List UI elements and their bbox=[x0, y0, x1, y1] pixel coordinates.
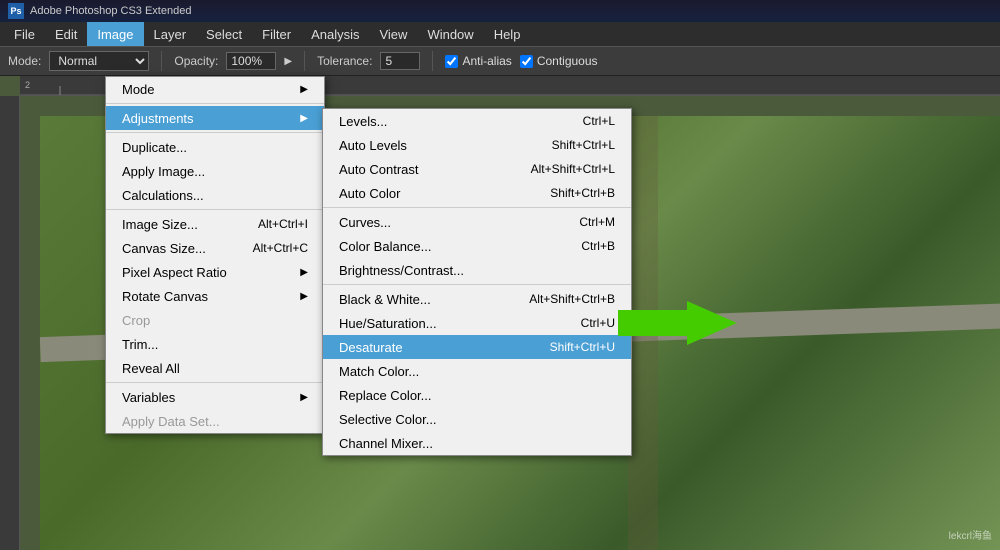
menu-layer[interactable]: Layer bbox=[144, 22, 197, 46]
watermark-line1: lekcrl海鱼 bbox=[949, 527, 992, 542]
menu-select[interactable]: Select bbox=[196, 22, 252, 46]
image-menu-dropdown: Mode ▶ Adjustments ▶ Duplicate... Apply … bbox=[105, 76, 325, 434]
adj-desaturate[interactable]: Desaturate Shift+Ctrl+U bbox=[323, 335, 631, 359]
sep1 bbox=[106, 103, 324, 104]
tolerance-input[interactable] bbox=[380, 52, 420, 70]
sep3 bbox=[106, 209, 324, 210]
menu-window[interactable]: Window bbox=[417, 22, 483, 46]
contiguous-checkbox[interactable] bbox=[520, 55, 533, 68]
adjustments-arrow: ▶ bbox=[300, 113, 308, 124]
antialias-label: Anti-alias bbox=[462, 54, 511, 68]
opacity-input[interactable] bbox=[226, 52, 276, 70]
variables-arrow: ▶ bbox=[300, 392, 308, 403]
adj-hue-saturation[interactable]: Hue/Saturation... Ctrl+U bbox=[323, 311, 631, 335]
adj-brightness-contrast[interactable]: Brightness/Contrast... bbox=[323, 258, 631, 282]
toolbar: Mode: Normal Opacity: ▶ Tolerance: Anti-… bbox=[0, 46, 1000, 76]
opacity-arrow[interactable]: ▶ bbox=[284, 56, 292, 67]
menu-reveal-all[interactable]: Reveal All bbox=[106, 356, 324, 380]
menu-mode[interactable]: Mode ▶ bbox=[106, 77, 324, 101]
menu-edit[interactable]: Edit bbox=[45, 22, 87, 46]
adj-channel-mixer[interactable]: Channel Mixer... bbox=[323, 431, 631, 455]
adj-color-balance[interactable]: Color Balance... Ctrl+B bbox=[323, 234, 631, 258]
svg-text:2: 2 bbox=[25, 80, 30, 90]
menu-duplicate[interactable]: Duplicate... bbox=[106, 135, 324, 159]
menu-rotate-canvas[interactable]: Rotate Canvas ▶ bbox=[106, 284, 324, 308]
contiguous-label: Contiguous bbox=[537, 54, 598, 68]
menu-analysis[interactable]: Analysis bbox=[301, 22, 369, 46]
ruler-left bbox=[0, 96, 20, 550]
adjustments-submenu-dropdown: Levels... Ctrl+L Auto Levels Shift+Ctrl+… bbox=[322, 108, 632, 456]
menu-bar: File Edit Image Layer Select Filter Anal… bbox=[0, 22, 1000, 46]
menu-calculations[interactable]: Calculations... bbox=[106, 183, 324, 207]
antialias-group: Anti-alias bbox=[445, 54, 511, 68]
toolbar-divider-1 bbox=[161, 51, 162, 71]
desaturate-arrow bbox=[620, 301, 737, 345]
menu-view[interactable]: View bbox=[369, 22, 417, 46]
mode-arrow: ▶ bbox=[300, 84, 308, 95]
sep2 bbox=[106, 132, 324, 133]
adj-levels[interactable]: Levels... Ctrl+L bbox=[323, 109, 631, 133]
adj-curves[interactable]: Curves... Ctrl+M bbox=[323, 210, 631, 234]
mode-select[interactable]: Normal bbox=[49, 51, 149, 71]
menu-apply-image[interactable]: Apply Image... bbox=[106, 159, 324, 183]
adj-sep1 bbox=[323, 207, 631, 208]
adj-auto-levels[interactable]: Auto Levels Shift+Ctrl+L bbox=[323, 133, 631, 157]
menu-crop[interactable]: Crop bbox=[106, 308, 324, 332]
menu-filter[interactable]: Filter bbox=[252, 22, 301, 46]
pixel-aspect-arrow: ▶ bbox=[300, 267, 308, 278]
menu-variables[interactable]: Variables ▶ bbox=[106, 385, 324, 409]
toolbar-divider-2 bbox=[304, 51, 305, 71]
adj-auto-color[interactable]: Auto Color Shift+Ctrl+B bbox=[323, 181, 631, 205]
menu-pixel-aspect[interactable]: Pixel Aspect Ratio ▶ bbox=[106, 260, 324, 284]
adj-sep2 bbox=[323, 284, 631, 285]
toolbar-divider-3 bbox=[432, 51, 433, 71]
menu-image[interactable]: Image bbox=[87, 22, 143, 46]
menu-file[interactable]: File bbox=[4, 22, 45, 46]
app-title: Adobe Photoshop CS3 Extended bbox=[30, 5, 191, 17]
adj-black-white[interactable]: Black & White... Alt+Shift+Ctrl+B bbox=[323, 287, 631, 311]
menu-adjustments[interactable]: Adjustments ▶ bbox=[106, 106, 324, 130]
contiguous-group: Contiguous bbox=[520, 54, 598, 68]
adj-auto-contrast[interactable]: Auto Contrast Alt+Shift+Ctrl+L bbox=[323, 157, 631, 181]
adj-match-color[interactable]: Match Color... bbox=[323, 359, 631, 383]
adj-selective-color[interactable]: Selective Color... bbox=[323, 407, 631, 431]
watermark: lekcrl海鱼 bbox=[949, 527, 992, 542]
menu-trim[interactable]: Trim... bbox=[106, 332, 324, 356]
antialias-checkbox[interactable] bbox=[445, 55, 458, 68]
mode-label: Mode: bbox=[8, 54, 41, 68]
opacity-label: Opacity: bbox=[174, 54, 218, 68]
menu-canvas-size[interactable]: Canvas Size... Alt+Ctrl+C bbox=[106, 236, 324, 260]
title-bar: Ps Adobe Photoshop CS3 Extended bbox=[0, 0, 1000, 22]
menu-image-size[interactable]: Image Size... Alt+Ctrl+I bbox=[106, 212, 324, 236]
rotate-canvas-arrow: ▶ bbox=[300, 291, 308, 302]
main-area: 2 3 4 5 lekcrl海鱼 Mode bbox=[0, 76, 1000, 550]
app-icon: Ps bbox=[8, 3, 24, 19]
tolerance-label: Tolerance: bbox=[317, 54, 372, 68]
adj-replace-color[interactable]: Replace Color... bbox=[323, 383, 631, 407]
menu-apply-data[interactable]: Apply Data Set... bbox=[106, 409, 324, 433]
menu-help[interactable]: Help bbox=[484, 22, 531, 46]
sep4 bbox=[106, 382, 324, 383]
